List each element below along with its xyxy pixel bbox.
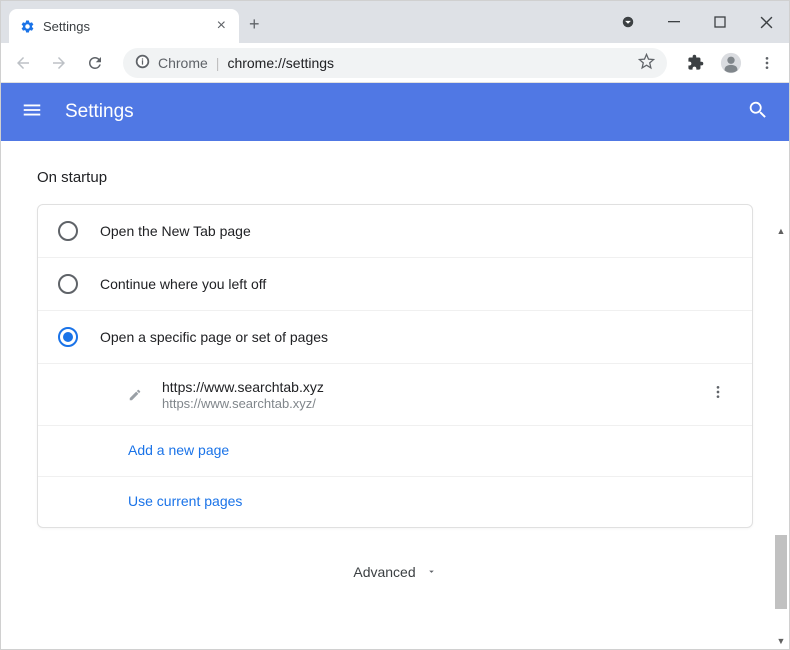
startup-option-newtab[interactable]: Open the New Tab page	[38, 205, 752, 257]
new-tab-button[interactable]: +	[249, 14, 260, 37]
site-info-icon[interactable]	[135, 54, 150, 72]
window-controls	[605, 1, 789, 43]
menu-icon[interactable]	[751, 47, 783, 79]
chevron-down-icon	[426, 564, 437, 580]
settings-title: Settings	[65, 101, 134, 123]
profile-icon[interactable]	[715, 47, 747, 79]
close-window-button[interactable]	[743, 1, 789, 43]
address-url: chrome://settings	[227, 55, 334, 71]
maximize-button[interactable]	[697, 1, 743, 43]
radio-icon	[58, 221, 78, 241]
settings-header: Settings	[1, 83, 789, 141]
radio-label: Continue where you left off	[100, 276, 266, 292]
page-edit-icon	[126, 386, 144, 404]
page-url: https://www.searchtab.xyz/	[162, 396, 686, 411]
forward-button[interactable]	[43, 47, 75, 79]
browser-window: Settings × +	[0, 0, 790, 650]
browser-toolbar: Chrome | chrome://settings	[1, 43, 789, 83]
scrollbar-thumb[interactable]	[775, 535, 787, 609]
content-area: Settings PCrisk On startup Open the New …	[1, 83, 789, 649]
address-prefix: Chrome	[158, 55, 208, 71]
address-separator: |	[216, 55, 220, 71]
bookmark-star-icon[interactable]	[638, 53, 655, 73]
radio-label: Open the New Tab page	[100, 223, 251, 239]
tab-title: Settings	[43, 19, 206, 34]
tab-search-icon[interactable]	[605, 1, 651, 43]
radio-icon	[58, 327, 78, 347]
browser-tab[interactable]: Settings ×	[9, 9, 239, 43]
radio-icon	[58, 274, 78, 294]
extensions-icon[interactable]	[679, 47, 711, 79]
use-current-pages-row: Use current pages	[38, 476, 752, 527]
back-button[interactable]	[7, 47, 39, 79]
address-bar[interactable]: Chrome | chrome://settings	[123, 48, 667, 78]
gear-icon	[19, 18, 35, 34]
search-icon[interactable]	[747, 99, 769, 126]
close-icon[interactable]: ×	[214, 17, 229, 35]
advanced-label: Advanced	[353, 564, 415, 580]
radio-label: Open a specific page or set of pages	[100, 329, 328, 345]
use-current-pages-link[interactable]: Use current pages	[128, 493, 242, 509]
scroll-up-arrow[interactable]: ▲	[773, 223, 789, 239]
page-text: https://www.searchtab.xyz https://www.se…	[162, 379, 686, 411]
add-new-page-row: Add a new page	[38, 425, 752, 476]
section-title: On startup	[37, 169, 753, 186]
hamburger-icon[interactable]	[21, 99, 43, 126]
startup-option-specific[interactable]: Open a specific page or set of pages	[38, 310, 752, 363]
startup-option-continue[interactable]: Continue where you left off	[38, 257, 752, 310]
page-title: https://www.searchtab.xyz	[162, 379, 686, 395]
page-more-icon[interactable]	[704, 378, 732, 411]
scroll-down-arrow[interactable]: ▼	[773, 633, 789, 649]
advanced-toggle[interactable]: Advanced	[37, 528, 753, 604]
settings-body: PCrisk On startup Open the New Tab page …	[1, 141, 789, 649]
startup-page-entry: https://www.searchtab.xyz https://www.se…	[38, 363, 752, 425]
startup-card: Open the New Tab page Continue where you…	[37, 204, 753, 528]
tab-strip: Settings × +	[1, 1, 789, 43]
add-new-page-link[interactable]: Add a new page	[128, 442, 229, 458]
minimize-button[interactable]	[651, 1, 697, 43]
reload-button[interactable]	[79, 47, 111, 79]
